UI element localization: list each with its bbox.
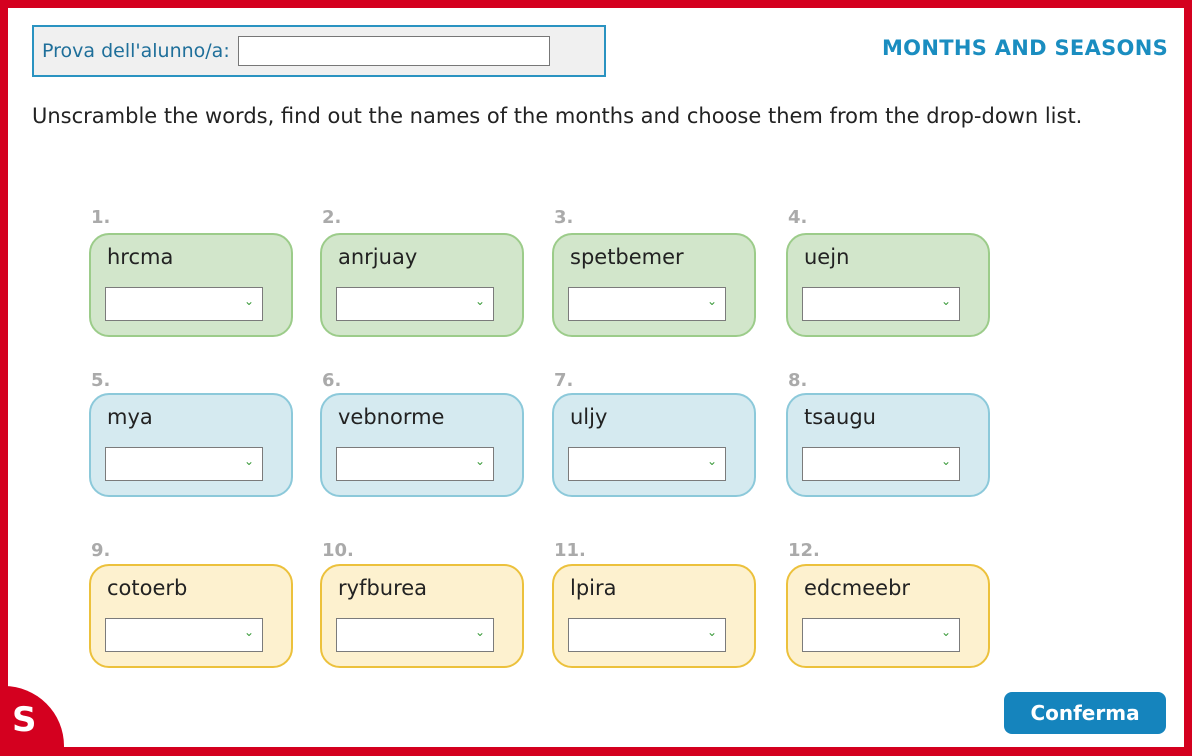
scrambled-word: anrjuay — [338, 245, 418, 269]
word-card: edcmeebr ⌄ — [786, 564, 990, 668]
chevron-down-icon: ⌄ — [243, 625, 254, 639]
chevron-down-icon: ⌄ — [940, 625, 951, 639]
month-dropdown[interactable]: ⌄ — [568, 618, 726, 652]
word-card: tsaugu ⌄ — [786, 393, 990, 497]
chevron-down-icon: ⌄ — [706, 625, 717, 639]
month-dropdown[interactable]: ⌄ — [336, 287, 494, 321]
month-dropdown[interactable]: ⌄ — [105, 447, 263, 481]
word-card: anrjuay ⌄ — [320, 233, 524, 337]
item-number: 9. — [91, 540, 111, 561]
scrambled-word: hrcma — [107, 245, 174, 269]
chevron-down-icon: ⌄ — [474, 454, 485, 468]
item-number: 1. — [91, 207, 111, 228]
month-dropdown[interactable]: ⌄ — [568, 447, 726, 481]
month-dropdown[interactable]: ⌄ — [336, 447, 494, 481]
student-name-box: Prova dell'alunno/a: — [32, 25, 606, 77]
scrambled-word: tsaugu — [804, 405, 876, 429]
word-card: lpira ⌄ — [552, 564, 756, 668]
month-dropdown[interactable]: ⌄ — [336, 618, 494, 652]
item-number: 10. — [322, 540, 354, 561]
month-dropdown[interactable]: ⌄ — [802, 287, 960, 321]
item-number: 4. — [788, 207, 808, 228]
chevron-down-icon: ⌄ — [940, 294, 951, 308]
scrambled-word: edcmeebr — [804, 576, 911, 600]
scrambled-word: lpira — [570, 576, 617, 600]
student-name-input[interactable] — [237, 36, 550, 66]
chevron-down-icon: ⌄ — [474, 294, 485, 308]
scrambled-word: spetbemer — [570, 245, 684, 269]
word-card: vebnorme ⌄ — [320, 393, 524, 497]
word-card: cotoerb ⌄ — [89, 564, 293, 668]
word-card: spetbemer ⌄ — [552, 233, 756, 337]
item-number: 12. — [788, 540, 820, 561]
month-dropdown[interactable]: ⌄ — [802, 618, 960, 652]
scrambled-word: cotoerb — [107, 576, 188, 600]
month-dropdown[interactable]: ⌄ — [568, 287, 726, 321]
word-card: uejn ⌄ — [786, 233, 990, 337]
item-number: 5. — [91, 370, 111, 391]
scrambled-word: uejn — [804, 245, 850, 269]
month-dropdown[interactable]: ⌄ — [802, 447, 960, 481]
item-number: 3. — [554, 207, 574, 228]
item-number: 2. — [322, 207, 342, 228]
item-number: 7. — [554, 370, 574, 391]
item-number: 8. — [788, 370, 808, 391]
word-card: uljy ⌄ — [552, 393, 756, 497]
chevron-down-icon: ⌄ — [940, 454, 951, 468]
chevron-down-icon: ⌄ — [243, 294, 254, 308]
scrambled-word: ryfburea — [338, 576, 428, 600]
page-title: MONTHS AND SEASONS — [881, 36, 1168, 60]
chevron-down-icon: ⌄ — [474, 625, 485, 639]
word-card: ryfburea ⌄ — [320, 564, 524, 668]
item-number: 6. — [322, 370, 342, 391]
instruction-text: Unscramble the words, find out the names… — [32, 104, 1083, 128]
confirm-button[interactable]: Conferma — [1004, 692, 1166, 734]
chevron-down-icon: ⌄ — [706, 294, 717, 308]
chevron-down-icon: ⌄ — [243, 454, 254, 468]
scrambled-word: vebnorme — [338, 405, 445, 429]
chevron-down-icon: ⌄ — [706, 454, 717, 468]
month-dropdown[interactable]: ⌄ — [105, 287, 263, 321]
word-card: hrcma ⌄ — [89, 233, 293, 337]
item-number: 11. — [554, 540, 586, 561]
scrambled-word: uljy — [570, 405, 608, 429]
logo-letter: S — [12, 700, 37, 740]
month-dropdown[interactable]: ⌄ — [105, 618, 263, 652]
student-name-label: Prova dell'alunno/a: — [42, 40, 230, 62]
scrambled-word: mya — [107, 405, 153, 429]
word-card: mya ⌄ — [89, 393, 293, 497]
